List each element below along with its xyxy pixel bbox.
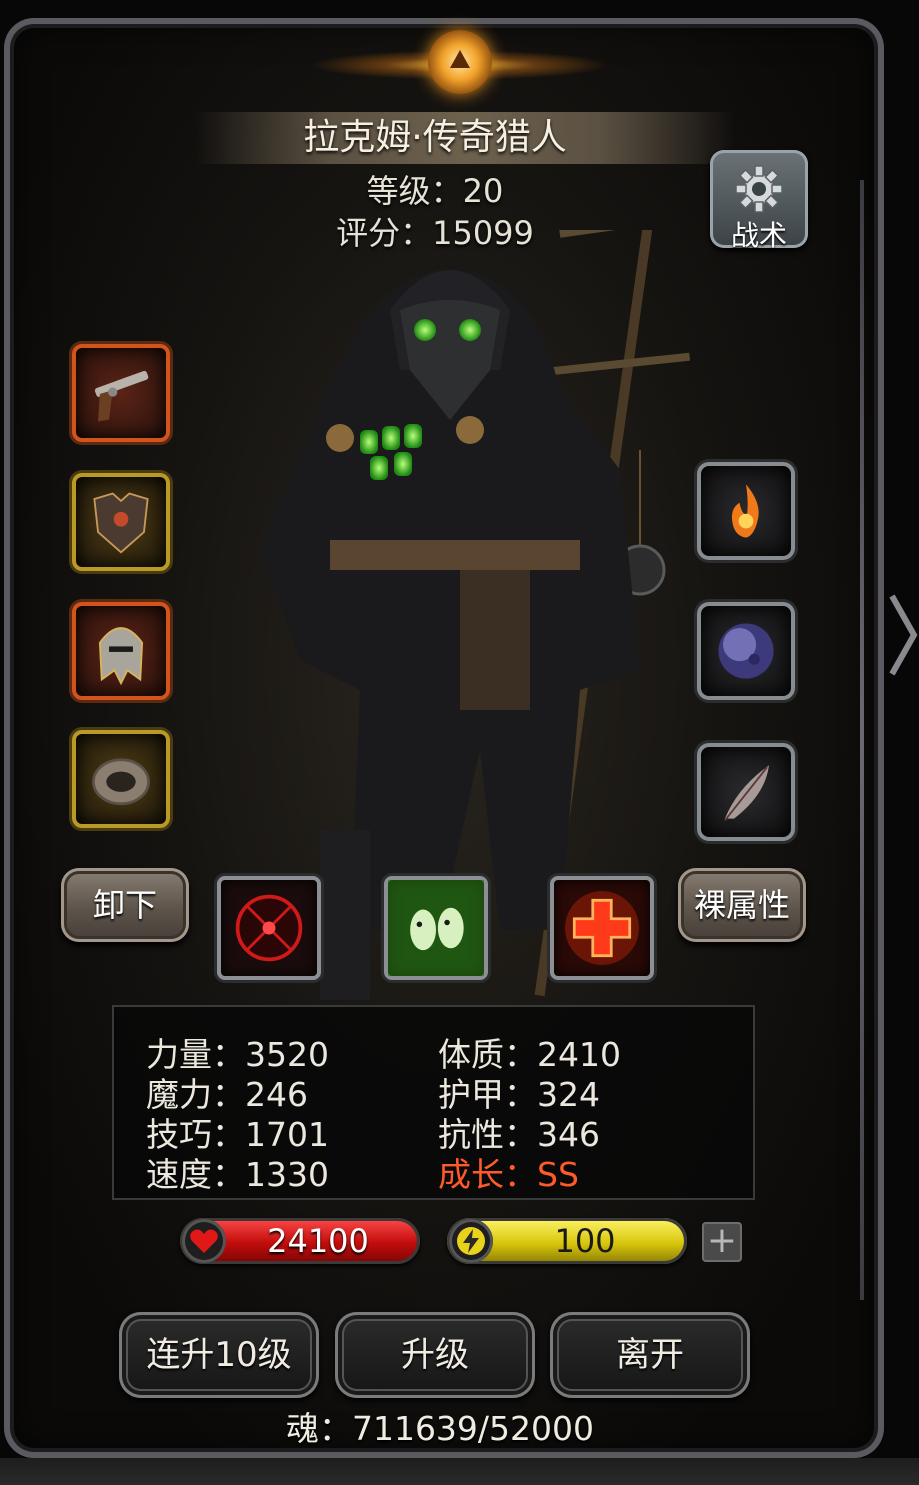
level-up-button[interactable]: 升级 — [335, 1312, 535, 1398]
crosshair-skill-icon — [235, 894, 303, 962]
skill-slot-1[interactable] — [217, 876, 321, 980]
chevron-right-icon[interactable] — [888, 590, 918, 680]
equip-slot-rune-feather[interactable] — [697, 743, 795, 841]
fire-rune-icon — [731, 484, 759, 538]
frame-divider — [860, 180, 864, 1300]
equip-slot-rune-moon[interactable] — [697, 602, 795, 700]
helmet-icon — [98, 627, 144, 686]
gear-icon — [735, 165, 783, 213]
tactics-button[interactable]: 战术 — [710, 150, 808, 252]
pistol-icon — [94, 370, 149, 422]
equip-slot-weapon[interactable] — [72, 344, 170, 442]
stat-growth: 成长：SS — [438, 1155, 579, 1194]
heal-cross-skill-icon — [565, 891, 639, 965]
equip-slot-helmet[interactable] — [72, 602, 170, 700]
hero-score: 评分：15099 — [336, 214, 534, 252]
sun-emblem-icon — [310, 20, 610, 100]
lightning-icon — [449, 1219, 493, 1263]
equip-slot-ring[interactable] — [72, 730, 170, 828]
hp-bar: 24100 — [180, 1218, 420, 1264]
hero-name: 拉克姆·传奇猎人 — [303, 117, 567, 158]
feather-icon — [724, 765, 769, 822]
energy-value: 100 — [554, 1222, 616, 1260]
hp-value: 24100 — [267, 1222, 369, 1260]
hero-level: 等级：20 — [366, 172, 504, 210]
equip-slot-armor[interactable] — [72, 473, 170, 571]
moon-orb-icon — [718, 623, 774, 679]
skill-slot-3[interactable] — [550, 876, 654, 980]
level-up-10-button[interactable]: 连升10级 — [119, 1312, 319, 1398]
equip-slot-rune-fire[interactable] — [697, 462, 795, 560]
skill-slot-2[interactable] — [384, 876, 488, 980]
stat-speed: 速度：1330 — [146, 1155, 329, 1194]
ghost-skill-icon — [388, 880, 484, 976]
add-energy-button[interactable]: + — [702, 1222, 742, 1262]
bottom-nav-strip — [0, 1458, 919, 1485]
leave-button[interactable]: 离开 — [550, 1312, 750, 1398]
heart-icon — [182, 1219, 226, 1263]
base-attributes-button[interactable]: 裸属性 — [678, 868, 806, 942]
armor-icon — [93, 492, 149, 554]
unequip-button[interactable]: 卸下 — [61, 868, 189, 942]
tactics-label: 战术 — [730, 219, 787, 252]
energy-bar: 100 — [447, 1218, 687, 1264]
soul-counter: 魂：711639/52000 — [285, 1409, 595, 1448]
ring-icon — [92, 758, 150, 806]
